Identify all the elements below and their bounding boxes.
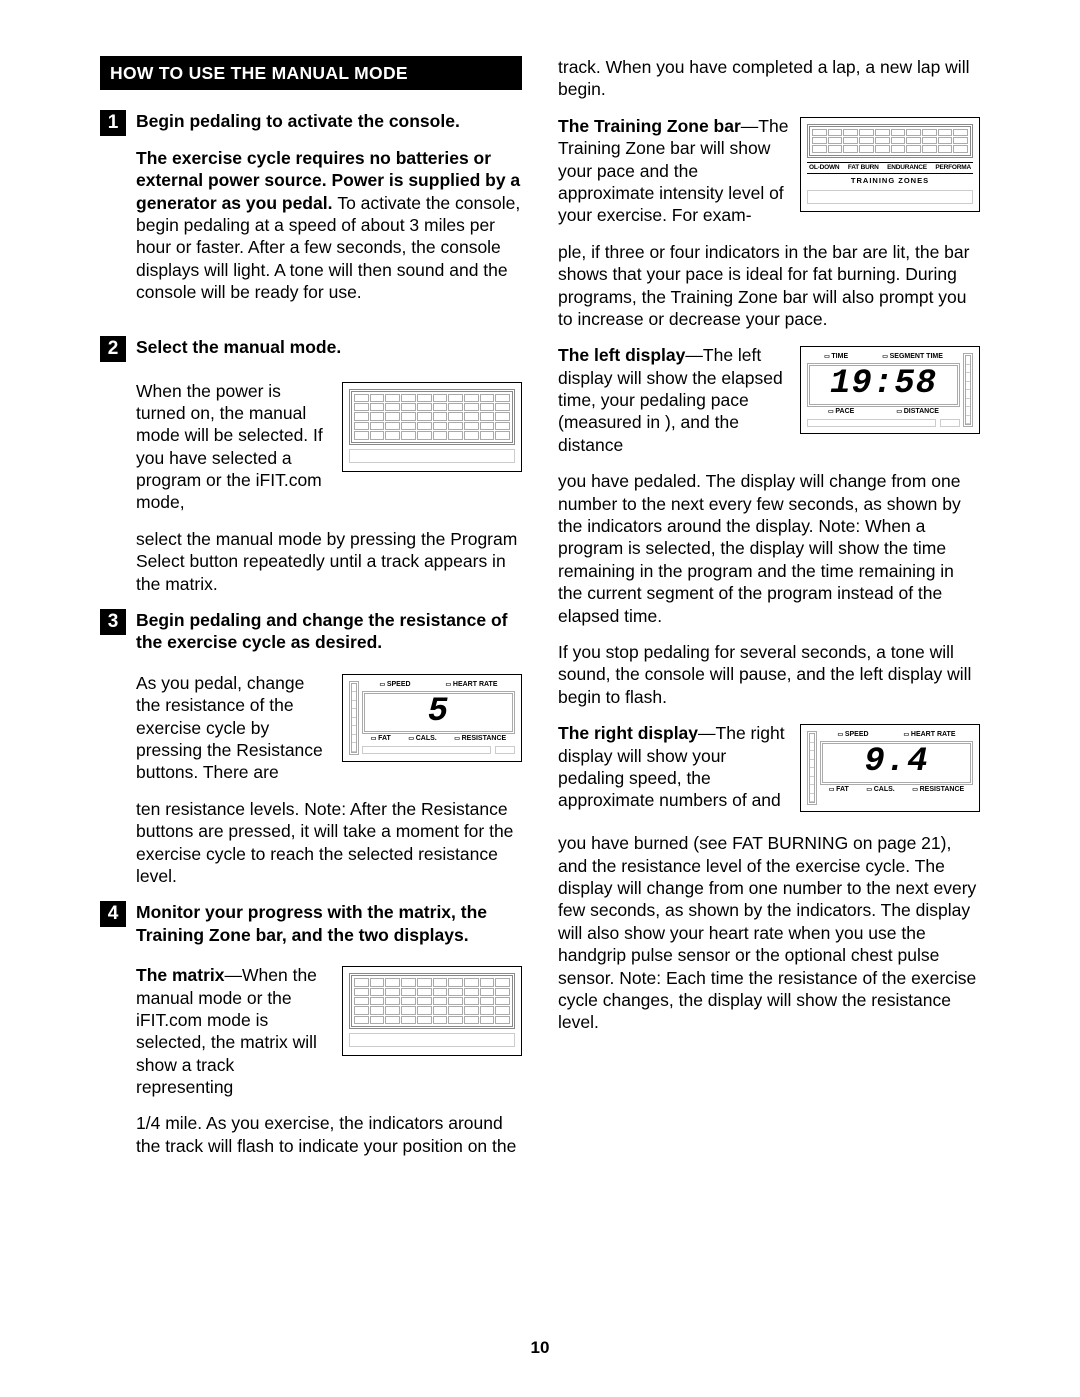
step-number-2: 2 — [100, 336, 126, 362]
display-value-time: 19:58 — [807, 363, 960, 406]
left-display-figure: TIMESEGMENT TIME 19:58 PACEDISTANCE — [800, 346, 980, 434]
step1-text: The exercise cycle requires no batteries… — [136, 147, 522, 304]
step-number-3: 3 — [100, 609, 126, 635]
step3-text2: ten resistance levels. Note: After the R… — [100, 798, 522, 888]
right-text2: you have burned (see FAT BURNING on page… — [558, 832, 980, 1034]
step-1: 1 Begin pedaling to activate the console… — [100, 110, 522, 317]
right-display-figure: SPEEDHEART RATE 9.4 FATCALS.RESISTANCE — [800, 724, 980, 812]
left-display-block: TIMESEGMENT TIME 19:58 PACEDISTANCE The … — [558, 344, 980, 456]
step-2: 2 Select the manual mode. — [100, 336, 522, 362]
step2-body: When the power is turned on, the manual … — [100, 380, 522, 514]
matrix-figure-1 — [342, 382, 522, 472]
right-display-block: SPEEDHEART RATE 9.4 FATCALS.RESISTANCE T… — [558, 722, 980, 818]
step-number-4: 4 — [100, 901, 126, 927]
section-title: HOW TO USE THE MANUAL MODE — [100, 56, 522, 90]
step-4: 4 Monitor your progress with the matrix,… — [100, 901, 522, 946]
step1-heading: Begin pedaling to activate the console. — [136, 110, 522, 132]
step-number-1: 1 — [100, 110, 126, 136]
step2-text2: select the manual mode by pressing the P… — [100, 528, 522, 595]
display-figure-resistance: SPEEDHEART RATE 5 FATCALS.RESISTANCE — [342, 674, 522, 762]
page-number: 10 — [0, 1337, 1080, 1359]
step4-matrix: The matrix—When the manual mode or the i… — [100, 964, 522, 1098]
step3-body: SPEEDHEART RATE 5 FATCALS.RESISTANCE As … — [100, 672, 522, 784]
pause-text: If you stop pedaling for several seconds… — [558, 641, 980, 708]
training-zone-block: OL-DOWN FAT BURN ENDURANCE PERFORMA TRAI… — [558, 115, 980, 227]
matrix-figure-2 — [342, 966, 522, 1056]
display-value-speed: 9.4 — [820, 741, 973, 784]
step4-matrix-text2: 1/4 mile. As you exercise, the indicator… — [100, 1112, 522, 1157]
left-text2: you have pedaled. The display will chang… — [558, 470, 980, 627]
display-value-5: 5 — [362, 691, 515, 734]
col2-continuation: track. When you have completed a lap, a … — [558, 56, 980, 101]
step3-heading: Begin pedaling and change the resistance… — [136, 609, 522, 654]
step4-heading: Monitor your progress with the matrix, t… — [136, 901, 522, 946]
step-3: 3 Begin pedaling and change the resistan… — [100, 609, 522, 654]
step2-heading: Select the manual mode. — [136, 336, 522, 362]
tz-text2: ple, if three or four indicators in the … — [558, 241, 980, 331]
training-zone-figure: OL-DOWN FAT BURN ENDURANCE PERFORMA TRAI… — [800, 117, 980, 212]
